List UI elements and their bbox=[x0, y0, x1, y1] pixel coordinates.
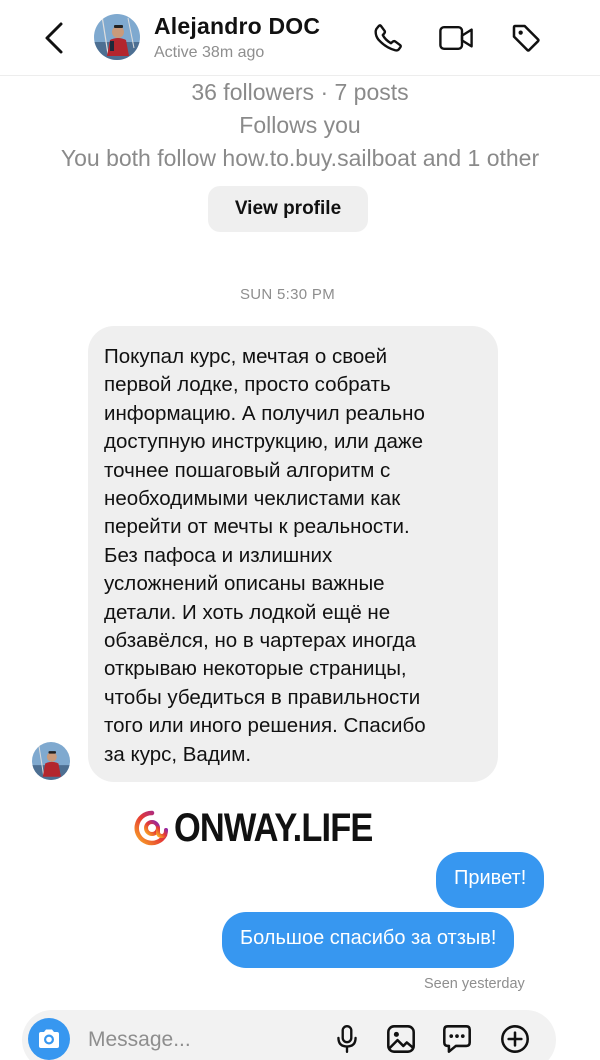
back-button[interactable] bbox=[36, 18, 72, 58]
message-composer bbox=[22, 1010, 556, 1060]
camera-icon bbox=[39, 1029, 59, 1048]
sticker-icon bbox=[443, 1025, 471, 1053]
mutual-followers: You both follow how.to.buy.sailboat and … bbox=[60, 145, 540, 171]
sender-avatar[interactable] bbox=[32, 742, 70, 780]
gallery-button[interactable] bbox=[384, 1022, 418, 1056]
message-timestamp: SUN 5:30 PM bbox=[240, 286, 335, 303]
tag-button[interactable] bbox=[508, 20, 544, 56]
avatar[interactable] bbox=[94, 14, 140, 60]
sticker-button[interactable] bbox=[440, 1022, 474, 1056]
chat-header: Alejandro DOC Active 38m ago bbox=[0, 0, 600, 76]
more-options-button[interactable] bbox=[498, 1022, 532, 1056]
call-button[interactable] bbox=[370, 20, 406, 56]
outgoing-message-bubble[interactable]: Большое спасибо за отзыв! bbox=[222, 912, 515, 968]
video-call-button[interactable] bbox=[438, 20, 474, 56]
seen-status: Seen yesterday bbox=[424, 976, 525, 992]
view-profile-button[interactable]: View profile bbox=[208, 186, 368, 232]
instagram-logo-icon bbox=[134, 810, 168, 846]
chevron-left-icon bbox=[45, 22, 63, 54]
active-status: Active 38m ago bbox=[154, 44, 265, 61]
message-input[interactable] bbox=[88, 1024, 328, 1056]
contact-name[interactable]: Alejandro DOC bbox=[154, 13, 320, 40]
profile-summary: 36 followers · 7 posts Follows you You b… bbox=[0, 76, 600, 175]
follower-stats: 36 followers · 7 posts bbox=[191, 79, 409, 105]
incoming-message-bubble[interactable]: Покупал курс, мечтая о своей первой лодк… bbox=[88, 326, 498, 782]
phone-icon bbox=[374, 24, 402, 52]
outgoing-message-bubble[interactable]: Привет! bbox=[436, 852, 545, 908]
plus-circle-icon bbox=[501, 1025, 529, 1053]
follows-you-label: Follows you bbox=[239, 112, 361, 138]
video-camera-icon bbox=[439, 26, 473, 50]
tag-icon bbox=[512, 24, 540, 52]
watermark: ONWAY.LIFE bbox=[134, 800, 405, 856]
camera-button[interactable] bbox=[28, 1018, 70, 1060]
image-icon bbox=[387, 1025, 415, 1053]
voice-message-button[interactable] bbox=[330, 1022, 364, 1056]
watermark-text: ONWAY.LIFE bbox=[174, 805, 373, 850]
microphone-icon bbox=[337, 1024, 357, 1054]
